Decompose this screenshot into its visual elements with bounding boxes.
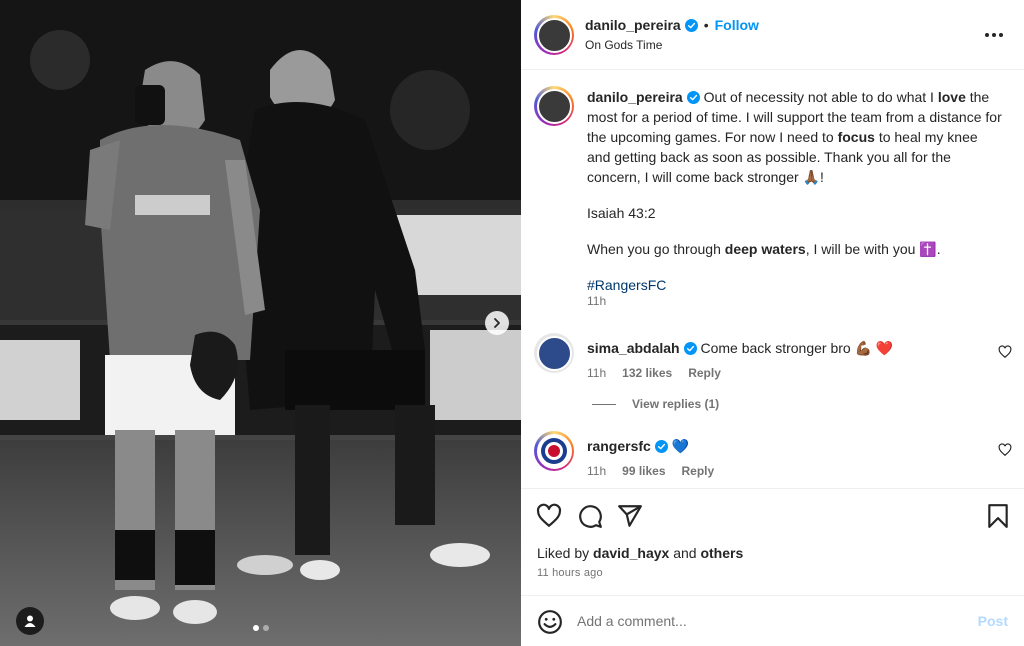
caption-paragraph-2: Isaiah 43:2 (587, 205, 656, 221)
rangers-crest-icon (541, 438, 567, 464)
follow-button[interactable]: Follow (715, 17, 759, 33)
caption-paragraph-3: When you go through deep waters, I will … (587, 241, 941, 257)
comment-text: sima_abdalah Come back stronger bro 💪🏾 ❤… (587, 340, 894, 356)
post-photo (0, 0, 521, 646)
more-options-button[interactable] (985, 26, 1007, 44)
separator-dot: • (703, 17, 709, 33)
user-tag-icon (24, 615, 36, 627)
tagged-users-button[interactable] (16, 607, 44, 635)
post-media (0, 0, 521, 646)
commenter-avatar[interactable] (534, 431, 574, 471)
verified-badge-icon (686, 91, 700, 104)
hashtag-link[interactable]: #RangersFC (587, 277, 666, 293)
carousel-next-button[interactable] (485, 311, 509, 335)
caption-username[interactable]: danilo_pereira (587, 89, 683, 105)
comment-meta: 11h 99 likes Reply (587, 464, 714, 478)
comment-time: 11h (587, 464, 607, 478)
comment-meta: 11h 132 likes Reply (587, 366, 721, 380)
share-icon[interactable] (617, 503, 643, 529)
caption-text: danilo_pereira Out of necessity not able… (587, 87, 1002, 295)
more-options-icon (985, 33, 989, 37)
caption-paragraph-4: #RangersFC (587, 275, 1002, 295)
reply-button[interactable]: Reply (688, 366, 721, 380)
post-time-ago: 11 hours ago (537, 567, 603, 579)
reply-button[interactable]: Reply (682, 464, 715, 478)
commenter-avatar[interactable] (534, 333, 574, 373)
liked-by-text: Liked by david_hayx and others (537, 545, 744, 561)
carousel-dot (263, 625, 269, 631)
view-replies-button[interactable]: View replies (1) (592, 397, 719, 411)
comment-likes[interactable]: 132 likes (622, 366, 672, 380)
author-line: danilo_pereira • Follow (585, 17, 759, 33)
caption-avatar[interactable] (534, 86, 574, 126)
emoji-icon[interactable] (537, 609, 563, 635)
comment-emoji: 💪🏾 ❤️ (854, 340, 894, 356)
author-username[interactable]: danilo_pereira (585, 17, 681, 33)
author-subtitle: On Gods Time (585, 38, 663, 52)
comment-like-heart-icon[interactable] (998, 345, 1012, 359)
comment-icon[interactable] (577, 503, 603, 529)
verified-badge-icon (654, 440, 668, 453)
caption-timestamp: 11h (587, 294, 607, 308)
author-avatar[interactable] (534, 15, 574, 55)
chevron-right-icon (494, 318, 500, 328)
comments-section: danilo_pereira Out of necessity not able… (521, 71, 1024, 488)
caption-paragraph-1: danilo_pereira Out of necessity not able… (587, 89, 1002, 185)
add-comment-bar: Post (521, 595, 1024, 646)
verified-badge-icon (684, 19, 698, 32)
commenter-username[interactable]: sima_abdalah (587, 340, 680, 356)
post-header: danilo_pereira • Follow On Gods Time (521, 0, 1024, 70)
liked-by-user[interactable]: david_hayx (593, 545, 669, 561)
comment-likes[interactable]: 99 likes (622, 464, 665, 478)
post-details-panel: danilo_pereira • Follow On Gods Time danil… (521, 0, 1024, 646)
verified-badge-icon (683, 342, 697, 355)
bookmark-icon[interactable] (985, 503, 1011, 529)
post-actions: Liked by david_hayx and others 11 hours … (521, 488, 1024, 580)
carousel-dot-active (253, 625, 259, 631)
cross-emoji: ✝️ (919, 241, 937, 257)
comment-like-heart-icon[interactable] (998, 443, 1012, 457)
comment-input[interactable] (577, 610, 957, 632)
liked-by-others[interactable]: others (700, 545, 743, 561)
commenter-username[interactable]: rangersfc (587, 438, 651, 454)
post-comment-button[interactable]: Post (978, 613, 1008, 629)
comment-text: rangersfc 💙 (587, 438, 689, 455)
comment-emoji: 💙 (671, 438, 690, 454)
comment-time: 11h (587, 366, 607, 380)
like-heart-icon[interactable] (536, 503, 562, 529)
carousel-indicator (253, 625, 269, 631)
pray-emoji: 🙏🏾 (802, 169, 820, 185)
